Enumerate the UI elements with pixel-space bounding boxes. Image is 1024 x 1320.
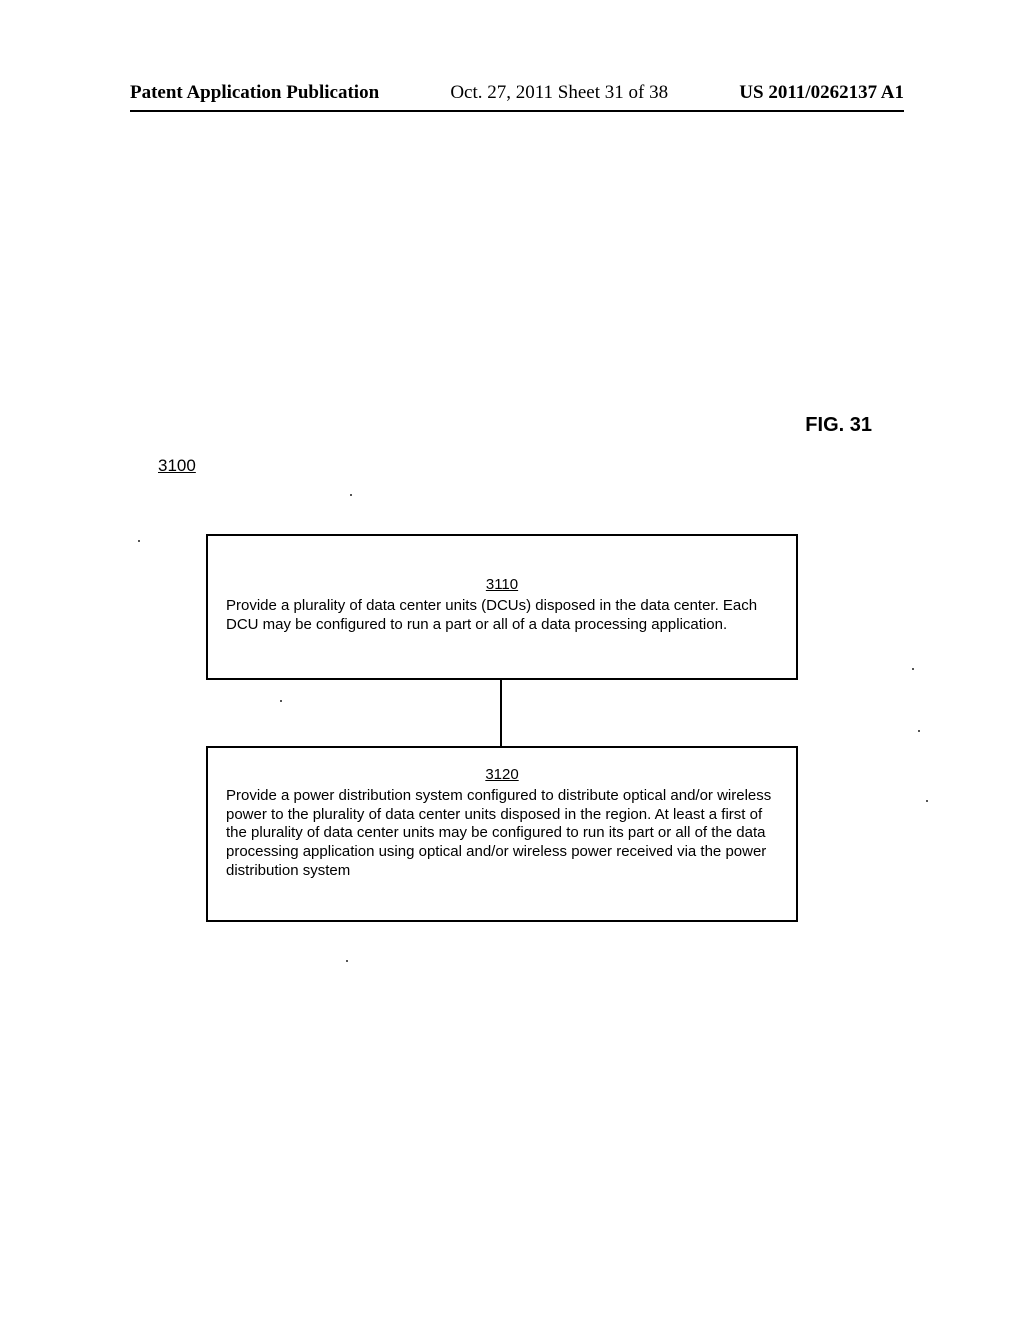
box-text: Provide a power distribution system conf… <box>226 787 778 881</box>
box-number: 3120 <box>226 766 778 785</box>
scan-artifact <box>912 668 914 670</box>
page-header: Patent Application Publication Oct. 27, … <box>130 82 904 104</box>
header-right: US 2011/0262137 A1 <box>739 82 904 104</box>
box-text: Provide a plurality of data center units… <box>226 597 778 635</box>
scan-artifact <box>346 960 348 962</box>
figure-label: FIG. 31 <box>805 414 872 437</box>
scan-artifact <box>138 540 140 542</box>
flow-connector <box>500 680 502 746</box>
flowchart-box-3120: 3120 Provide a power distribution system… <box>206 746 798 922</box>
flowchart-box-3110: 3110 Provide a plurality of data center … <box>206 534 798 680</box>
scan-artifact <box>350 494 352 496</box>
header-left: Patent Application Publication <box>130 82 379 104</box>
header-rule <box>130 110 904 112</box>
flowchart-number: 3100 <box>158 456 196 476</box>
scan-artifact <box>280 700 282 702</box>
header-center: Oct. 27, 2011 Sheet 31 of 38 <box>450 82 668 104</box>
box-number: 3110 <box>226 576 778 595</box>
scan-artifact <box>926 800 928 802</box>
scan-artifact <box>918 730 920 732</box>
patent-page: Patent Application Publication Oct. 27, … <box>0 0 1024 1320</box>
